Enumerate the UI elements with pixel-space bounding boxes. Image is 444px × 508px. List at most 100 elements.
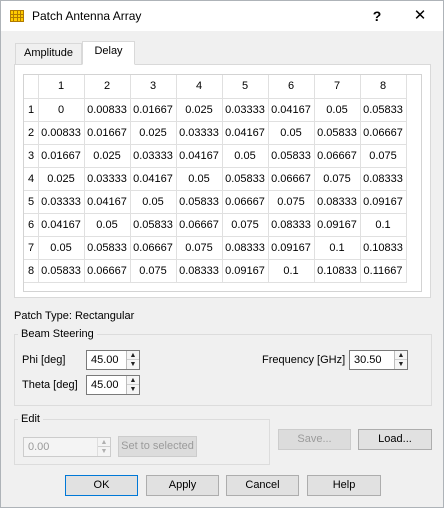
delay-table[interactable]: 12345678 1 0 0.00833 0.01667 0.025 0.03333 0.0… (23, 74, 422, 292)
delay-cell[interactable]: 0.1 (360, 213, 407, 237)
delay-cell[interactable]: 0.06667 (314, 144, 361, 168)
delay-cell[interactable]: 0.05 (84, 213, 131, 237)
delay-cell[interactable]: 0.05833 (314, 121, 361, 145)
spin-down-icon[interactable]: ▼ (127, 385, 139, 394)
delay-cell[interactable]: 0.08333 (360, 167, 407, 191)
delay-cell[interactable]: 0.09167 (314, 213, 361, 237)
phi-spinbox[interactable]: 45.00 ▲ ▼ (86, 350, 140, 370)
spin-up-icon[interactable]: ▲ (395, 351, 407, 360)
delay-cell[interactable]: 0.05 (314, 98, 361, 122)
delay-cell[interactable]: 0.075 (130, 259, 177, 283)
delay-cell[interactable]: 0.04167 (176, 144, 223, 168)
delay-cell[interactable]: 0.08333 (268, 213, 315, 237)
delay-cell[interactable]: 0.09167 (268, 236, 315, 260)
delay-cell[interactable]: 0.03333 (84, 167, 131, 191)
delay-cell[interactable]: 0.05 (222, 144, 269, 168)
delay-cell[interactable]: 0.04167 (130, 167, 177, 191)
delay-cell[interactable]: 0.05833 (268, 144, 315, 168)
row-header[interactable]: 3 (24, 144, 39, 168)
delay-cell[interactable]: 0.03333 (38, 190, 85, 214)
delay-cell[interactable]: 0.05833 (222, 167, 269, 191)
delay-cell[interactable]: 0.1 (268, 259, 315, 283)
row-header[interactable]: 2 (24, 121, 39, 145)
set-to-selected-button[interactable]: Set to selected (118, 436, 197, 457)
spin-down-icon[interactable]: ▼ (98, 447, 110, 456)
row-header[interactable]: 8 (24, 259, 39, 283)
delay-cell[interactable]: 0.00833 (38, 121, 85, 145)
theta-spinbox[interactable]: 45.00 ▲ ▼ (86, 375, 140, 395)
delay-cell[interactable]: 0.04167 (84, 190, 131, 214)
tab-delay[interactable]: Delay (82, 41, 135, 65)
row-header[interactable]: 7 (24, 236, 39, 260)
close-icon[interactable]: ✕ (397, 1, 443, 31)
help-icon[interactable]: ? (357, 1, 397, 31)
ok-button[interactable]: OK (65, 475, 138, 496)
column-header[interactable]: 2 (84, 75, 131, 99)
delay-cell[interactable]: 0.075 (176, 236, 223, 260)
title-bar[interactable]: Patch Antenna Array ? ✕ (1, 1, 443, 31)
edit-value-spinbox[interactable]: 0.00 ▲ ▼ (23, 437, 111, 457)
delay-cell[interactable]: 0.04167 (222, 121, 269, 145)
delay-cell[interactable]: 0.03333 (222, 98, 269, 122)
delay-cell[interactable]: 0.025 (130, 121, 177, 145)
row-header[interactable]: 6 (24, 213, 39, 237)
spin-up-icon[interactable]: ▲ (127, 376, 139, 385)
delay-cell[interactable]: 0 (38, 98, 85, 122)
column-header[interactable]: 1 (38, 75, 85, 99)
delay-cell[interactable]: 0.05 (176, 167, 223, 191)
delay-cell[interactable]: 0.06667 (360, 121, 407, 145)
delay-cell[interactable]: 0.05 (268, 121, 315, 145)
spin-down-icon[interactable]: ▼ (395, 360, 407, 369)
delay-cell[interactable]: 0.06667 (130, 236, 177, 260)
help-button[interactable]: Help (307, 475, 381, 496)
spin-up-icon[interactable]: ▲ (127, 351, 139, 360)
frequency-spinbox[interactable]: 30.50 ▲ ▼ (349, 350, 408, 370)
delay-cell[interactable]: 0.075 (360, 144, 407, 168)
delay-cell[interactable]: 0.025 (84, 144, 131, 168)
column-header[interactable]: 4 (176, 75, 223, 99)
delay-cell[interactable]: 0.09167 (222, 259, 269, 283)
delay-cell[interactable]: 0.06667 (222, 190, 269, 214)
delay-cell[interactable]: 0.025 (38, 167, 85, 191)
load-button[interactable]: Load... (358, 429, 432, 450)
delay-cell[interactable]: 0.06667 (176, 213, 223, 237)
delay-cell[interactable]: 0.05833 (130, 213, 177, 237)
column-header[interactable]: 3 (130, 75, 177, 99)
delay-cell[interactable]: 0.05 (38, 236, 85, 260)
delay-cell[interactable]: 0.11667 (360, 259, 407, 283)
row-header[interactable]: 1 (24, 98, 39, 122)
spin-up-icon[interactable]: ▲ (98, 438, 110, 447)
column-header[interactable]: 6 (268, 75, 315, 99)
delay-cell[interactable]: 0.01667 (130, 98, 177, 122)
delay-cell[interactable]: 0.025 (176, 98, 223, 122)
row-header[interactable]: 5 (24, 190, 39, 214)
delay-cell[interactable]: 0.01667 (84, 121, 131, 145)
delay-cell[interactable]: 0.05833 (176, 190, 223, 214)
delay-cell[interactable]: 0.05833 (38, 259, 85, 283)
delay-cell[interactable]: 0.01667 (38, 144, 85, 168)
cancel-button[interactable]: Cancel (226, 475, 299, 496)
column-header[interactable]: 8 (360, 75, 407, 99)
spin-down-icon[interactable]: ▼ (127, 360, 139, 369)
delay-cell[interactable]: 0.06667 (84, 259, 131, 283)
row-header[interactable]: 4 (24, 167, 39, 191)
column-header[interactable]: 5 (222, 75, 269, 99)
delay-cell[interactable]: 0.075 (222, 213, 269, 237)
delay-cell[interactable]: 0.09167 (360, 190, 407, 214)
delay-cell[interactable]: 0.08333 (176, 259, 223, 283)
delay-cell[interactable]: 0.05 (130, 190, 177, 214)
delay-cell[interactable]: 0.05833 (360, 98, 407, 122)
column-header[interactable]: 7 (314, 75, 361, 99)
delay-cell[interactable]: 0.075 (268, 190, 315, 214)
delay-cell[interactable]: 0.04167 (38, 213, 85, 237)
delay-cell[interactable]: 0.075 (314, 167, 361, 191)
delay-cell[interactable]: 0.05833 (84, 236, 131, 260)
delay-cell[interactable]: 0.03333 (176, 121, 223, 145)
delay-cell[interactable]: 0.04167 (268, 98, 315, 122)
save-button[interactable]: Save... (278, 429, 351, 450)
apply-button[interactable]: Apply (146, 475, 219, 496)
delay-cell[interactable]: 0.10833 (314, 259, 361, 283)
delay-cell[interactable]: 0.08333 (222, 236, 269, 260)
delay-cell[interactable]: 0.00833 (84, 98, 131, 122)
delay-cell[interactable]: 0.08333 (314, 190, 361, 214)
